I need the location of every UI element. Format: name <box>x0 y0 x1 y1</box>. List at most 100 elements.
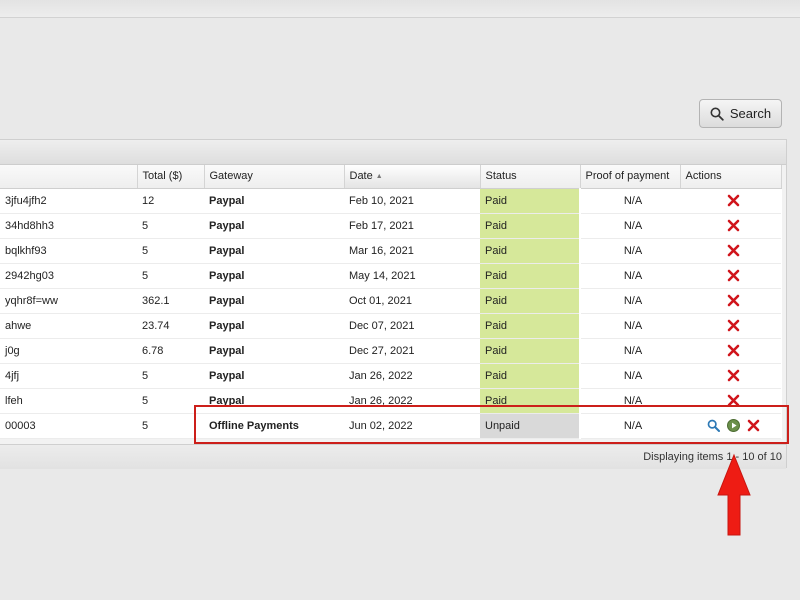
cell-date: Jan 26, 2022 <box>344 388 480 414</box>
cell-status: Paid <box>480 238 581 264</box>
sort-ascending-icon: ▲ <box>375 173 383 181</box>
table-body: 3jfu4jfh2 12 Paypal Feb 10, 2021 Paid N/A 34hd… <box>0 188 781 439</box>
cell-date: May 14, 2021 <box>344 263 480 289</box>
row-actions <box>685 294 781 307</box>
cell-gateway: Paypal <box>204 238 344 264</box>
cell-total: 5 <box>137 388 204 414</box>
cell-proof-of-payment: N/A <box>580 188 680 214</box>
delete-icon[interactable] <box>727 269 740 282</box>
column-header-date[interactable]: Date ▲ <box>344 165 481 189</box>
cell-total: 23.74 <box>137 313 204 339</box>
table-row[interactable]: lfeh 5 Paypal Jan 26, 2022 Paid N/A <box>0 388 781 414</box>
cell-total: 5 <box>137 238 204 264</box>
cell-total: 12 <box>137 188 204 214</box>
cell-date: Dec 07, 2021 <box>344 313 480 339</box>
cell-date: Jan 26, 2022 <box>344 363 480 389</box>
magnifier-icon <box>710 107 724 121</box>
cell-gateway: Paypal <box>204 388 344 414</box>
table-row[interactable]: 00003 5 Offline Payments Jun 02, 2022 Unpaid… <box>0 413 781 439</box>
cell-proof-of-payment: N/A <box>580 313 680 339</box>
payments-grid-panel: Total ($) Gateway Date ▲ Status Proof of … <box>0 139 787 469</box>
row-actions <box>685 219 781 232</box>
cell-actions <box>680 313 781 339</box>
play-icon[interactable] <box>727 419 740 432</box>
column-header-reference[interactable] <box>0 165 138 189</box>
grid-title-bar <box>0 140 786 165</box>
cell-date: Dec 27, 2021 <box>344 338 480 364</box>
cell-reference: 00003 <box>0 413 137 439</box>
cell-reference: 2942hg03 <box>0 263 137 289</box>
cell-status: Paid <box>480 363 581 389</box>
table-row[interactable]: 34hd8hh3 5 Paypal Feb 17, 2021 Paid N/A <box>0 213 781 239</box>
cell-actions <box>680 188 781 214</box>
column-header-gateway[interactable]: Gateway <box>204 165 345 189</box>
cell-gateway: Paypal <box>204 263 344 289</box>
cell-actions <box>680 238 781 264</box>
delete-icon[interactable] <box>727 194 740 207</box>
table-row[interactable]: bqlkhf93 5 Paypal Mar 16, 2021 Paid N/A <box>0 238 781 264</box>
delete-icon[interactable] <box>727 369 740 382</box>
cell-actions <box>680 338 781 364</box>
cell-proof-of-payment: N/A <box>580 263 680 289</box>
cell-status: Paid <box>480 288 581 314</box>
column-header-proof[interactable]: Proof of payment <box>580 165 681 189</box>
row-actions <box>685 194 781 207</box>
row-actions <box>685 419 781 432</box>
cell-total: 362.1 <box>137 288 204 314</box>
table-row[interactable]: 4jfj 5 Paypal Jan 26, 2022 Paid N/A <box>0 363 781 389</box>
column-header-actions[interactable]: Actions <box>680 165 782 189</box>
delete-icon[interactable] <box>727 319 740 332</box>
cell-reference: 4jfj <box>0 363 137 389</box>
cell-reference: j0g <box>0 338 137 364</box>
cell-total: 6.78 <box>137 338 204 364</box>
top-toolbar-band <box>0 0 800 18</box>
cell-gateway: Paypal <box>204 213 344 239</box>
cell-proof-of-payment: N/A <box>580 213 680 239</box>
delete-icon[interactable] <box>727 219 740 232</box>
cell-status: Paid <box>480 338 581 364</box>
delete-icon[interactable] <box>727 294 740 307</box>
delete-icon[interactable] <box>727 344 740 357</box>
table-row[interactable]: j0g 6.78 Paypal Dec 27, 2021 Paid N/A <box>0 338 781 364</box>
paging-summary: Displaying items 1 - 10 of 10 <box>643 451 782 463</box>
cell-actions <box>680 413 781 439</box>
cell-total: 5 <box>137 213 204 239</box>
cell-total: 5 <box>137 363 204 389</box>
cell-status: Paid <box>480 188 581 214</box>
row-actions <box>685 269 781 282</box>
column-header-total[interactable]: Total ($) <box>137 165 205 189</box>
row-actions <box>685 344 781 357</box>
cell-gateway: Paypal <box>204 363 344 389</box>
cell-status: Paid <box>480 213 581 239</box>
grid-paging-footer: Displaying items 1 - 10 of 10 <box>0 444 786 469</box>
search-button-label: Search <box>729 106 772 121</box>
delete-icon[interactable] <box>747 419 760 432</box>
delete-icon[interactable] <box>727 244 740 257</box>
table-row[interactable]: 2942hg03 5 Paypal May 14, 2021 Paid N/A <box>0 263 781 289</box>
cell-date: Jun 02, 2022 <box>344 413 480 439</box>
cell-actions <box>680 213 781 239</box>
delete-icon[interactable] <box>727 394 740 407</box>
cell-status: Paid <box>480 313 581 339</box>
row-actions <box>685 319 781 332</box>
cell-proof-of-payment: N/A <box>580 388 680 414</box>
cell-total: 5 <box>137 263 204 289</box>
cell-actions <box>680 388 781 414</box>
cell-reference: yqhr8f=ww <box>0 288 137 314</box>
cell-date: Oct 01, 2021 <box>344 288 480 314</box>
cell-status: Paid <box>480 388 581 414</box>
table-row[interactable]: ahwe 23.74 Paypal Dec 07, 2021 Paid N/A <box>0 313 781 339</box>
cell-gateway: Paypal <box>204 188 344 214</box>
cell-reference: bqlkhf93 <box>0 238 137 264</box>
annotation-arrow <box>717 453 751 536</box>
cell-status: Unpaid <box>480 413 581 439</box>
table-row[interactable]: 3jfu4jfh2 12 Paypal Feb 10, 2021 Paid N/A <box>0 188 781 214</box>
cell-proof-of-payment: N/A <box>580 363 680 389</box>
payments-table: Total ($) Gateway Date ▲ Status Proof of … <box>0 165 782 439</box>
table-header-row: Total ($) Gateway Date ▲ Status Proof of … <box>0 165 782 189</box>
search-icon[interactable] <box>707 419 720 432</box>
column-header-status[interactable]: Status <box>480 165 581 189</box>
row-actions <box>685 369 781 382</box>
search-button[interactable]: Search <box>699 99 782 128</box>
table-row[interactable]: yqhr8f=ww 362.1 Paypal Oct 01, 2021 Paid N/A <box>0 288 781 314</box>
